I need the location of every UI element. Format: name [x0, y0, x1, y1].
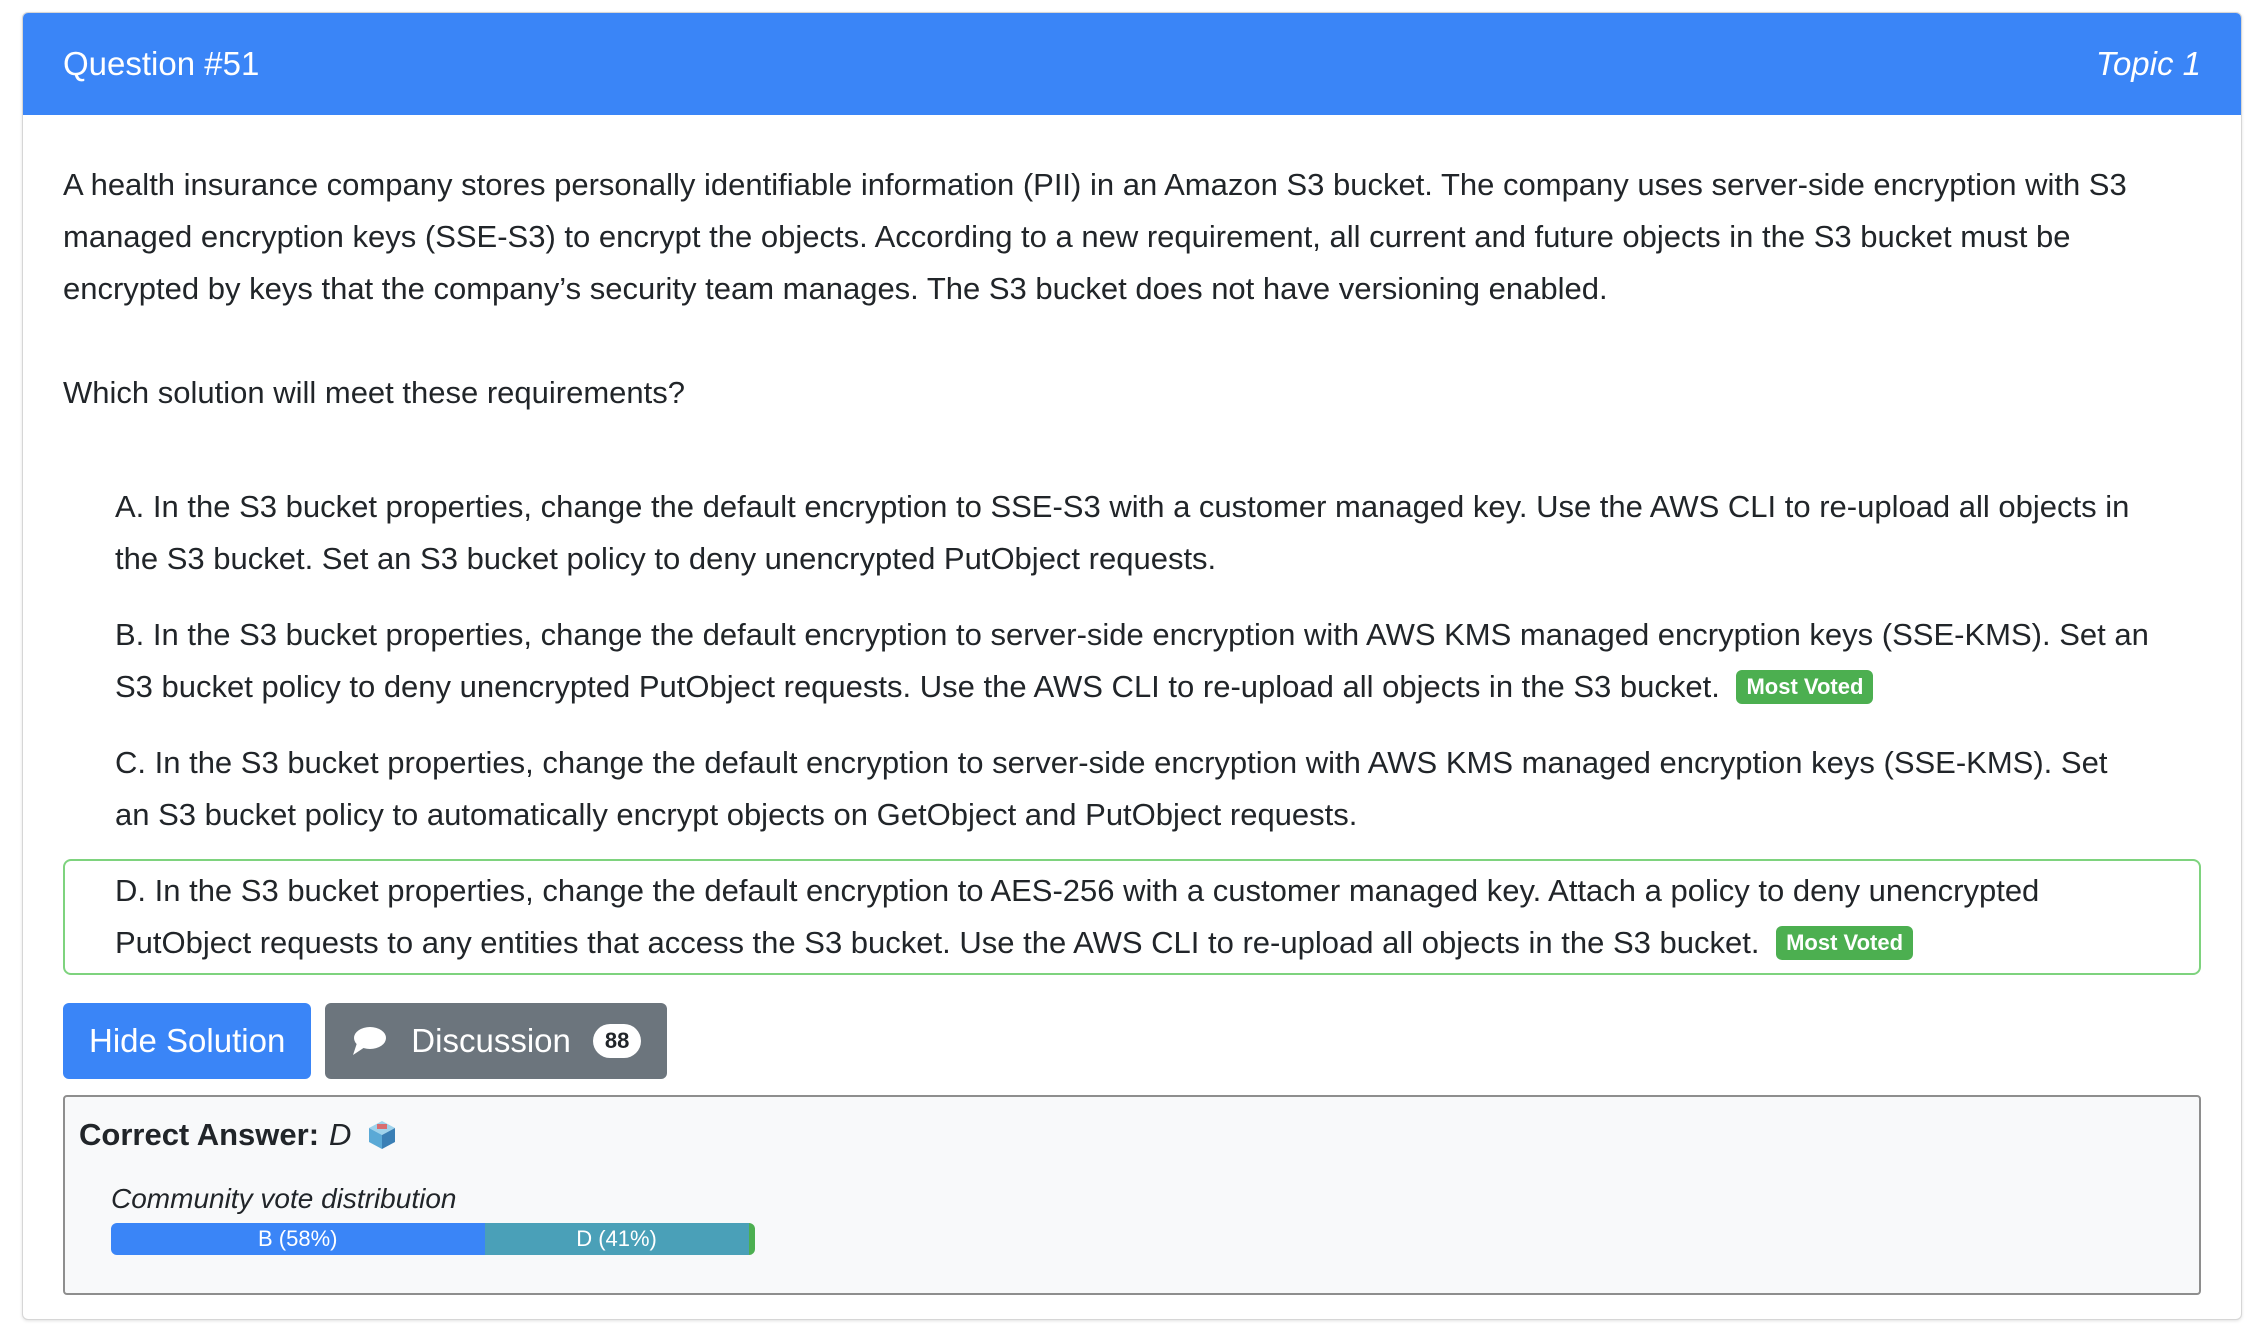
vote-distribution-bar: B (58%) D (41%)	[111, 1223, 755, 1255]
discussion-label: Discussion	[411, 1022, 571, 1059]
vote-distribution-title: Community vote distribution	[111, 1183, 457, 1214]
question-number: Question #51	[63, 45, 260, 82]
most-voted-badge: Most Voted	[1736, 670, 1874, 704]
choice-a[interactable]: A. In the S3 bucket properties, change t…	[63, 475, 2201, 591]
correct-answer-value: D	[329, 1117, 352, 1152]
discussion-button[interactable]: Discussion 88	[325, 1003, 668, 1079]
question-card: Question #51 Topic 1 A health insurance …	[22, 12, 2242, 1320]
answer-box: Correct Answer: D Community vote distrib…	[63, 1095, 2201, 1295]
correct-answer-line: Correct Answer: D	[79, 1117, 2185, 1153]
vote-segment-b: B (58%)	[111, 1223, 485, 1255]
choices-list: A. In the S3 bucket properties, change t…	[63, 475, 2201, 975]
choice-b[interactable]: B. In the S3 bucket properties, change t…	[63, 603, 2201, 719]
action-buttons: Hide Solution Discussion 88	[63, 1003, 2201, 1079]
cube-icon	[369, 1121, 396, 1149]
vote-segment-other	[748, 1223, 755, 1255]
choice-d-text: D. In the S3 bucket properties, change t…	[115, 873, 2040, 960]
chat-bubble-icon	[353, 1027, 387, 1055]
correct-answer-label: Correct Answer:	[79, 1117, 320, 1152]
choice-a-text: A. In the S3 bucket properties, change t…	[115, 489, 2130, 576]
vote-segment-d-label: D (41%)	[576, 1226, 657, 1251]
choice-c-text: C. In the S3 bucket properties, change t…	[115, 745, 2108, 832]
most-voted-badge: Most Voted	[1776, 926, 1914, 960]
hide-solution-button[interactable]: Hide Solution	[63, 1003, 312, 1079]
choice-d[interactable]: D. In the S3 bucket properties, change t…	[63, 859, 2201, 975]
question-body: A health insurance company stores person…	[23, 115, 2241, 1295]
choice-c[interactable]: C. In the S3 bucket properties, change t…	[63, 731, 2201, 847]
question-prompt: Which solution will meet these requireme…	[63, 375, 685, 410]
vote-segment-d: D (41%)	[484, 1223, 749, 1255]
question-header: Question #51 Topic 1	[23, 13, 2241, 115]
discussion-count-badge: 88	[592, 1024, 642, 1058]
question-text: A health insurance company stores person…	[63, 167, 2127, 306]
topic-label: Topic 1	[2095, 45, 2201, 82]
hide-solution-label: Hide Solution	[89, 1022, 286, 1059]
vote-segment-b-label: B (58%)	[258, 1226, 338, 1251]
